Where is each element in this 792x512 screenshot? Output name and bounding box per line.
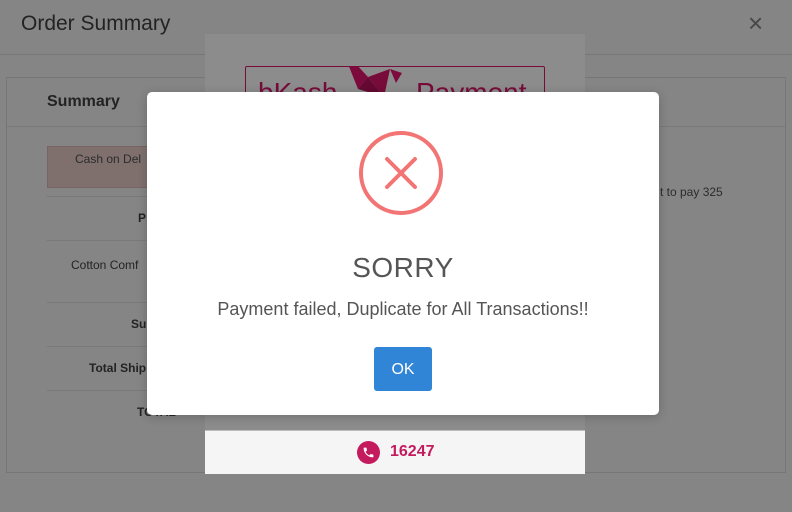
phone-icon <box>357 441 380 464</box>
ok-button[interactable]: OK <box>374 347 432 391</box>
bkash-hotline: 16247 <box>390 443 435 460</box>
dialog-message: Payment failed, Duplicate for All Transa… <box>217 299 589 319</box>
divider <box>205 430 585 431</box>
error-x-icon <box>359 131 443 215</box>
error-dialog: SORRY Payment failed, Duplicate for All … <box>147 92 659 415</box>
dialog-title: SORRY <box>352 252 454 283</box>
